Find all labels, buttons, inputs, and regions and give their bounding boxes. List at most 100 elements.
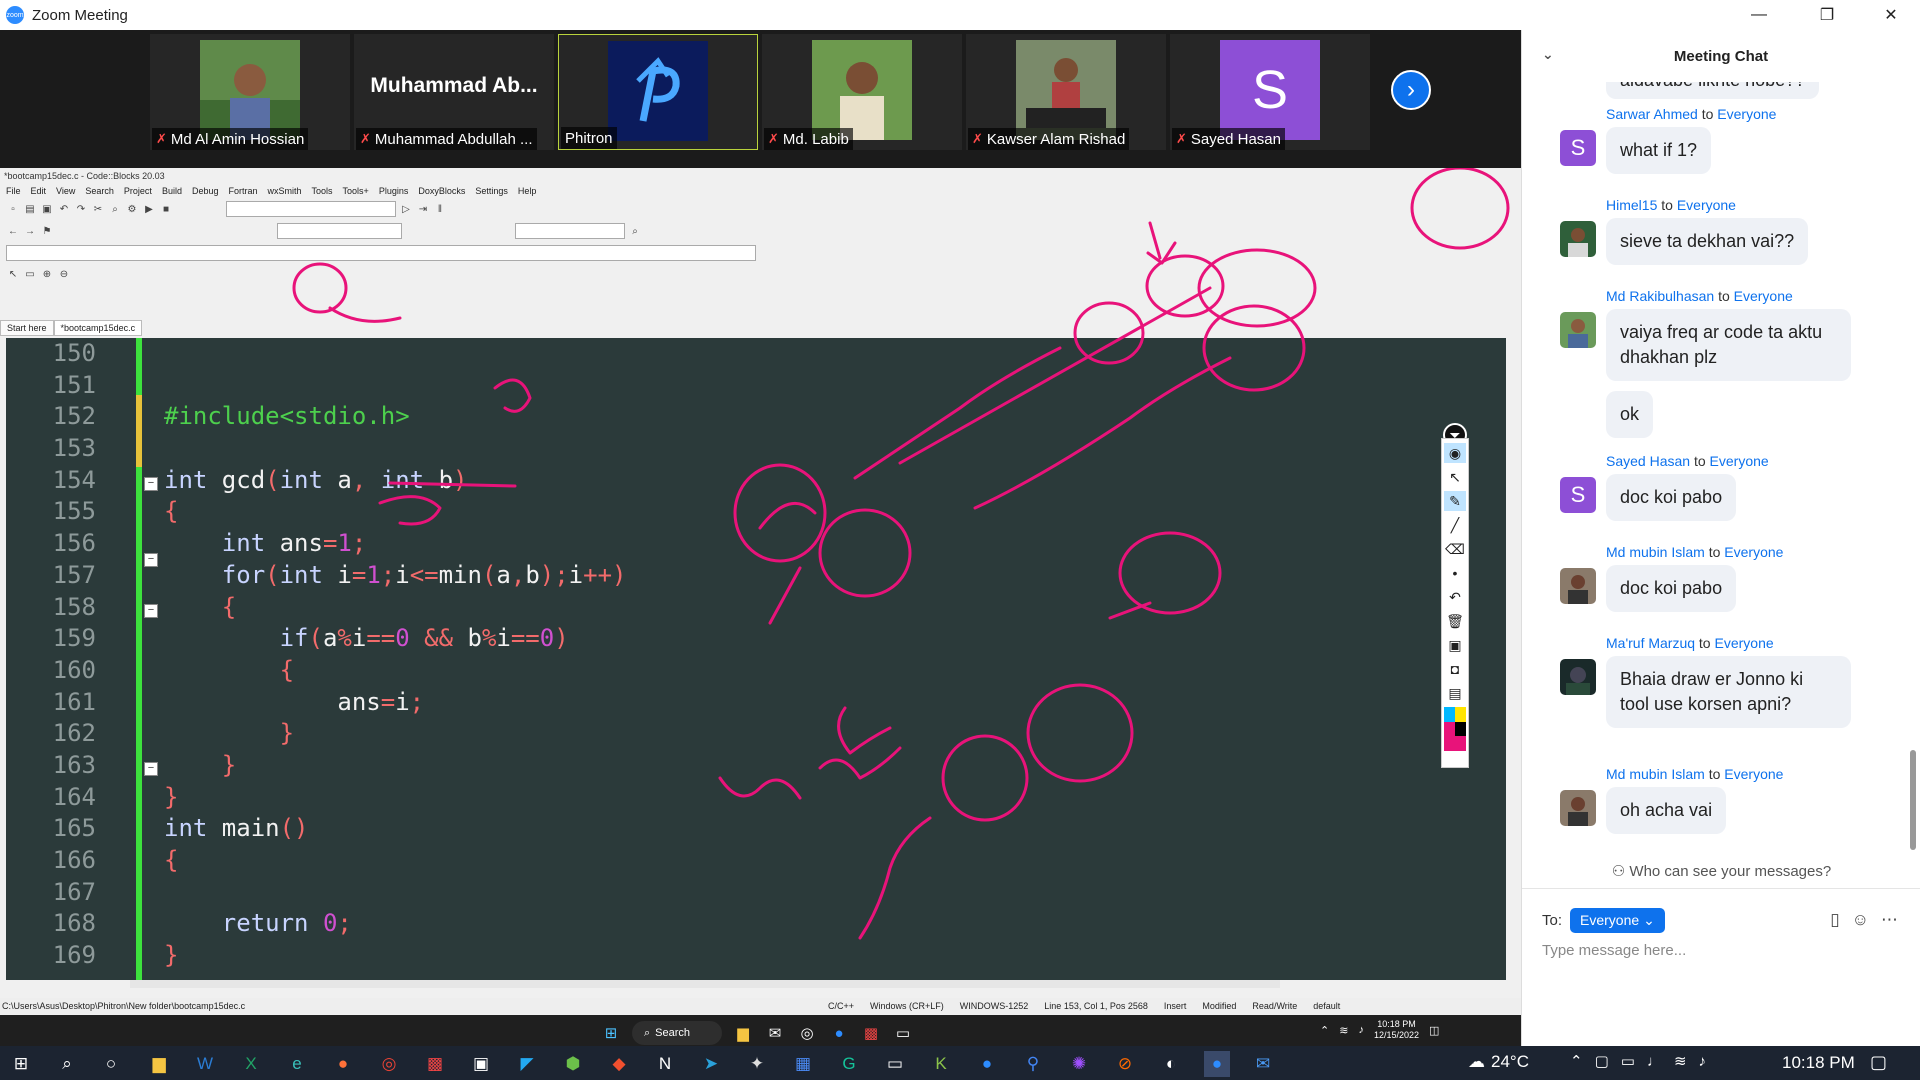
file-icon[interactable]: ▯	[1830, 910, 1839, 930]
mail-icon[interactable]: ✉	[1250, 1051, 1276, 1077]
windows-start-icon[interactable]: ⊞	[8, 1051, 34, 1077]
zoom-out-icon[interactable]: ⊖	[57, 267, 71, 281]
step-icon[interactable]: ⇥	[416, 202, 430, 216]
app-icon[interactable]: ◐	[1158, 1051, 1184, 1077]
recipient-select[interactable]: Everyone ⌄	[1570, 907, 1665, 933]
participant-tile[interactable]: ✗ Md Al Amin Hossian	[150, 34, 350, 150]
codeblocks-icon[interactable]: ▩	[422, 1051, 448, 1077]
menu-item[interactable]: Plugins	[379, 184, 409, 198]
minimize-button[interactable]: —	[1736, 0, 1782, 30]
stop-icon[interactable]: ■	[159, 202, 173, 216]
menu-item[interactable]: Settings	[475, 184, 508, 198]
eraser-icon[interactable]: ⌫	[1444, 539, 1466, 559]
pause-icon[interactable]: ‖	[433, 202, 447, 216]
participant-tile[interactable]: Muhammad Ab... ✗ Muhammad Abdullah ...	[354, 34, 554, 150]
vscode-icon[interactable]: ◤	[514, 1051, 540, 1077]
file-explorer-icon[interactable]: ▆	[146, 1051, 172, 1077]
fold-marker[interactable]: −	[144, 477, 158, 491]
menu-item[interactable]: Edit	[31, 184, 47, 198]
messenger-icon[interactable]: ✺	[1066, 1051, 1092, 1077]
telegram-icon[interactable]: ➤	[698, 1051, 724, 1077]
chevron-down-icon[interactable]: ⌄	[1542, 46, 1554, 63]
fold-marker[interactable]: −	[144, 762, 158, 776]
participant-tile-active[interactable]: Phitron	[558, 34, 758, 150]
pointer-icon[interactable]: ↖	[6, 267, 20, 281]
chevron-up-icon[interactable]: ⌃	[1570, 1052, 1583, 1070]
maps-icon[interactable]: ⚲	[1020, 1051, 1046, 1077]
menu-item[interactable]: Build	[162, 184, 182, 198]
tab-bootcamp-file[interactable]: *bootcamp15dec.c	[53, 320, 143, 336]
pen-icon[interactable]: ✎	[1444, 491, 1466, 511]
task-view-icon[interactable]: ○	[98, 1051, 124, 1077]
close-button[interactable]: ✕	[1868, 0, 1914, 30]
menu-item[interactable]: Tools	[312, 184, 333, 198]
emoji-icon[interactable]: ☺	[1852, 910, 1869, 930]
code-editor[interactable]: 150 151 152 153 154 155 156 157 158 159 160 161 162 1…	[6, 338, 1506, 980]
notification-icon[interactable]: ▢	[1870, 1052, 1887, 1073]
select-arrow-icon[interactable]: ↖	[1444, 467, 1466, 487]
spotlight-icon[interactable]: ▣	[1444, 635, 1466, 655]
cut-icon[interactable]: ✂	[91, 202, 105, 216]
horizontal-scrollbar[interactable]	[130, 980, 1280, 988]
back-icon[interactable]: ←	[6, 224, 20, 238]
line-icon[interactable]: ╱	[1444, 515, 1466, 535]
node-icon[interactable]: ⬢	[560, 1051, 586, 1077]
zoom-in-icon[interactable]: ⊕	[40, 267, 54, 281]
color-swatches[interactable]	[1444, 707, 1466, 751]
edge-icon[interactable]: e	[284, 1051, 310, 1077]
terminal-icon[interactable]: ▭	[882, 1051, 908, 1077]
mic-icon[interactable]: ♩	[1647, 1053, 1662, 1070]
eye-icon[interactable]: ◉	[1444, 443, 1466, 463]
device-icon[interactable]: ▢	[1595, 1052, 1609, 1070]
chat-messages[interactable]: aidavabe likhte hobe?? Sarwar Ahmed to E…	[1522, 82, 1920, 858]
redo-icon[interactable]: ↷	[74, 202, 88, 216]
app-icon[interactable]: K	[928, 1051, 954, 1077]
function-combo[interactable]	[6, 245, 756, 261]
menu-item[interactable]: Debug	[192, 184, 219, 198]
search-icon[interactable]: ⌕	[54, 1051, 80, 1077]
message-input[interactable]: Type message here...	[1542, 942, 1686, 959]
chrome-icon[interactable]: ◎	[376, 1051, 402, 1077]
debug-icon[interactable]: ▷	[399, 202, 413, 216]
tab-start-here[interactable]: Start here	[0, 320, 54, 336]
word-icon[interactable]: W	[192, 1051, 218, 1077]
menu-item[interactable]: Project	[124, 184, 152, 198]
calendar-icon[interactable]: ▦	[790, 1051, 816, 1077]
more-icon[interactable]: ⋯	[1881, 910, 1898, 930]
build-target-combo[interactable]	[226, 201, 396, 217]
bookmark-icon[interactable]: ⚑	[40, 224, 54, 238]
firefox-icon[interactable]: ●	[330, 1051, 356, 1077]
build-icon[interactable]: ⚙	[125, 202, 139, 216]
pycharm-icon[interactable]: ▣	[468, 1051, 494, 1077]
dot-icon[interactable]: •	[1444, 563, 1466, 583]
undo-icon[interactable]: ↶	[57, 202, 71, 216]
run-icon[interactable]: ▶	[142, 202, 156, 216]
app-icon[interactable]: ⊘	[1112, 1051, 1138, 1077]
who-can-see-link[interactable]: ⚇ Who can see your messages?	[1522, 862, 1920, 880]
menu-item[interactable]: File	[6, 184, 21, 198]
excel-icon[interactable]: X	[238, 1051, 264, 1077]
menu-item[interactable]: Help	[518, 184, 537, 198]
save-icon[interactable]: ▣	[40, 202, 54, 216]
fold-marker[interactable]: −	[144, 553, 158, 567]
app-icon[interactable]: ✦	[744, 1051, 770, 1077]
new-file-icon[interactable]: ▫	[6, 202, 20, 216]
camera-icon[interactable]: ◘	[1444, 659, 1466, 679]
participant-tile[interactable]: S ✗ Sayed Hasan	[1170, 34, 1370, 150]
menu-item[interactable]: wxSmith	[268, 184, 302, 198]
forward-icon[interactable]: →	[23, 224, 37, 238]
participant-tile[interactable]: ✗ Kawser Alam Rishad	[966, 34, 1166, 150]
menu-item[interactable]: Search	[85, 184, 114, 198]
block-icon[interactable]: ▭	[23, 267, 37, 281]
battery-icon[interactable]: ▭	[1621, 1052, 1635, 1070]
git-icon[interactable]: ◆	[606, 1051, 632, 1077]
participant-tile[interactable]: ✗ Md. Labib	[762, 34, 962, 150]
wifi-icon[interactable]: ≋	[1674, 1052, 1687, 1070]
clipboard-icon[interactable]: ▤	[1444, 683, 1466, 703]
trash-icon[interactable]: 🗑	[1444, 611, 1466, 631]
fold-marker[interactable]: −	[144, 604, 158, 618]
menu-item[interactable]: View	[56, 184, 75, 198]
next-page-button[interactable]: ›	[1391, 70, 1431, 110]
zoom-app-icon[interactable]: ●	[974, 1051, 1000, 1077]
weather-widget[interactable]: ☁ 24°C	[1468, 1052, 1529, 1072]
